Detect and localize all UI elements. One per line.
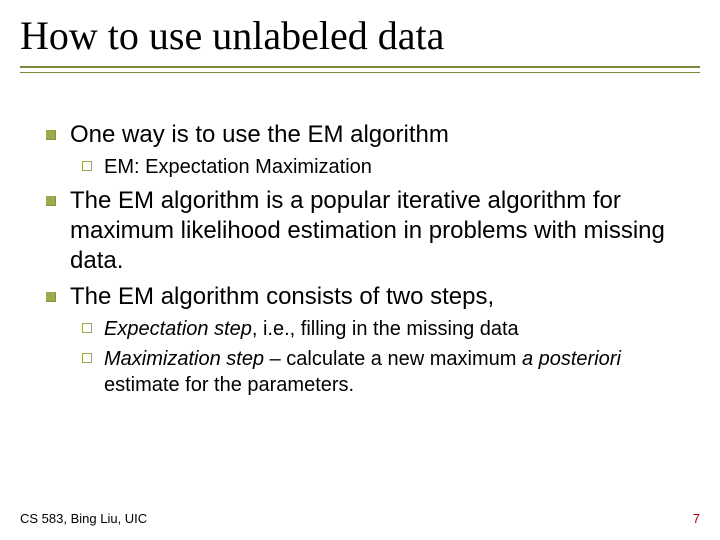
bullet-text: The EM algorithm consists of two steps,	[70, 283, 494, 310]
bullet-text: – calculate a new maximum	[264, 348, 522, 370]
bullet-text-emph: a posteriori	[522, 348, 621, 370]
list-item: Expectation step, i.e., filling in the m…	[70, 316, 680, 342]
bullet-text: The EM algorithm is a popular iterative …	[70, 187, 665, 274]
list-item: The EM algorithm is a popular iterative …	[40, 186, 680, 276]
bullet-list: One way is to use the EM algorithm EM: E…	[40, 120, 680, 398]
footer-left: CS 583, Bing Liu, UIC	[20, 511, 147, 526]
body-content: One way is to use the EM algorithm EM: E…	[40, 120, 680, 404]
list-item: The EM algorithm consists of two steps, …	[40, 282, 680, 398]
bullet-text: EM: Expectation Maximization	[104, 156, 372, 178]
bullet-text: One way is to use the EM algorithm	[70, 121, 449, 148]
bullet-text: , i.e., filling in the missing data	[252, 318, 519, 340]
title-underline	[20, 66, 700, 73]
title-area: How to use unlabeled data	[20, 14, 700, 73]
bullet-text: estimate for the parameters.	[104, 374, 354, 396]
bullet-text-emph: Maximization step	[104, 348, 264, 370]
list-item: One way is to use the EM algorithm EM: E…	[40, 120, 680, 180]
page-number: 7	[693, 511, 700, 526]
bullet-text-emph: Expectation step	[104, 318, 252, 340]
sub-bullet-list: Expectation step, i.e., filling in the m…	[70, 316, 680, 398]
sub-bullet-list: EM: Expectation Maximization	[70, 154, 680, 180]
slide: How to use unlabeled data One way is to …	[0, 0, 720, 540]
list-item: Maximization step – calculate a new maxi…	[70, 346, 680, 398]
slide-title: How to use unlabeled data	[20, 14, 700, 64]
list-item: EM: Expectation Maximization	[70, 154, 680, 180]
